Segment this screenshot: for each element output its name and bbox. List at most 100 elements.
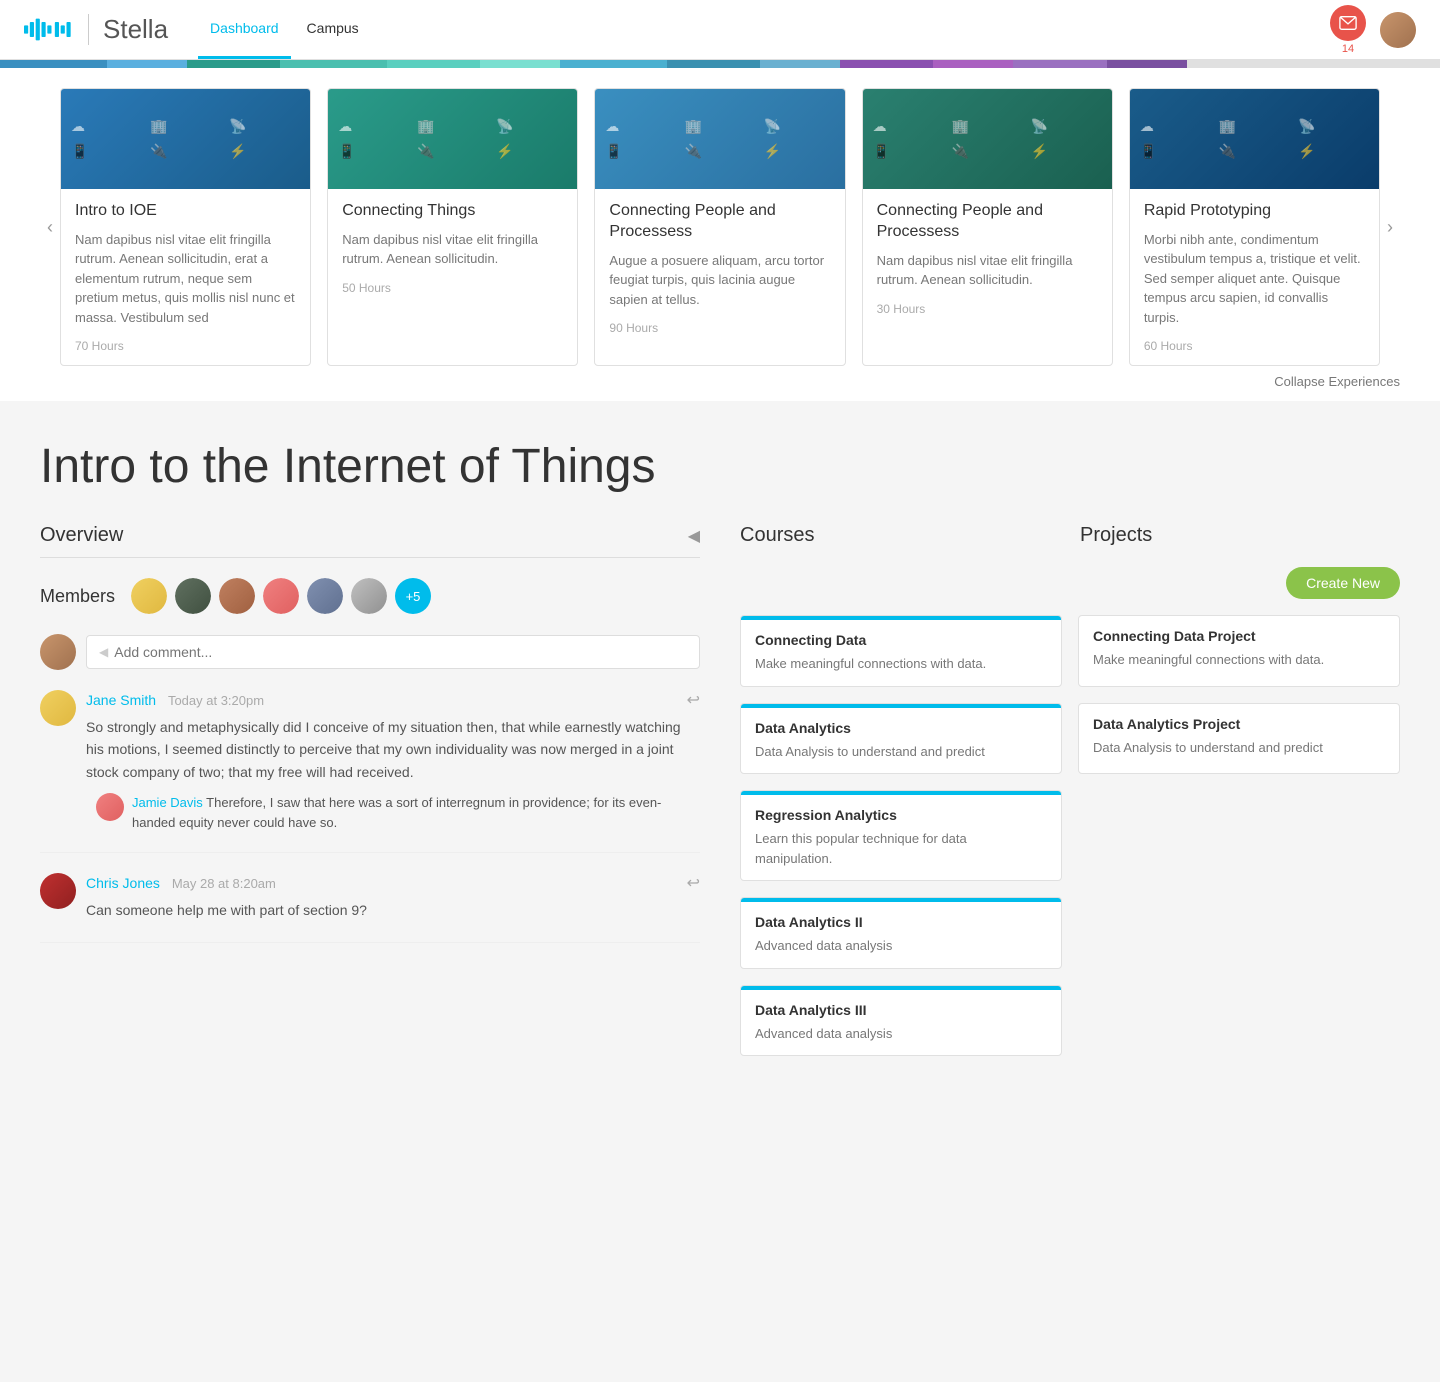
course-card-title-0: Connecting Data <box>755 632 1047 648</box>
project-card-title-0: Connecting Data Project <box>1093 628 1385 644</box>
comment-body-1: Chris Jones May 28 at 8:20am ↩ Can someo… <box>86 873 700 921</box>
card-title: Connecting People and Processess <box>877 201 1098 243</box>
member-avatar-2[interactable] <box>175 578 211 614</box>
comment-header-0: Jane Smith Today at 3:20pm ↩ <box>86 690 700 710</box>
card-icon: 📡 <box>229 118 300 135</box>
member-avatar-3[interactable] <box>219 578 255 614</box>
card-icon: 🏢 <box>150 118 221 135</box>
experience-card-2[interactable]: ☁🏢📡📱🔌⚡ Connecting People and Processess … <box>594 88 845 366</box>
collapse-experiences-button[interactable]: Collapse Experiences <box>40 366 1400 401</box>
member-avatar-6[interactable] <box>351 578 387 614</box>
app-name: Stella <box>88 14 168 45</box>
comment-text-1: Can someone help me with part of section… <box>86 899 700 921</box>
card-hours: 70 Hours <box>75 339 296 353</box>
create-new-button[interactable]: Create New <box>1286 567 1400 599</box>
card-icon: ☁ <box>1140 118 1211 135</box>
comment-avatar-0 <box>40 690 76 726</box>
comment-input-wrapper[interactable]: ◀ <box>86 635 700 669</box>
card-icon: 🔌 <box>952 143 1023 160</box>
experiences-section: ‹ ☁ 🏢 📡 📱 🔌 ⚡ Intro to IOE Nam dapibus nisl v… <box>0 68 1440 401</box>
card-body: Connecting Things Nam dapibus nisl vitae… <box>328 189 577 307</box>
course-card-desc-2: Learn this popular technique for data ma… <box>755 829 1047 868</box>
card-icon: 📱 <box>873 143 944 160</box>
member-avatar-4[interactable] <box>263 578 299 614</box>
comment-input-row: ◀ <box>40 634 700 670</box>
members-label: Members <box>40 586 115 607</box>
card-icon: 📱 <box>338 143 409 160</box>
carousel-items: ☁ 🏢 📡 📱 🔌 ⚡ Intro to IOE Nam dapibus nisl vit… <box>60 88 1380 366</box>
comment-time-1: May 28 at 8:20am <box>172 876 276 891</box>
course-card-3[interactable]: Data Analytics II Advanced data analysis <box>740 897 1062 969</box>
card-icon: 🏢 <box>417 118 488 135</box>
comment-reply: Jamie Davis Therefore, I saw that here w… <box>86 793 700 832</box>
carousel-next-arrow[interactable]: › <box>1380 217 1400 238</box>
course-card-desc-0: Make meaningful connections with data. <box>755 654 1047 674</box>
main-content: Intro to the Internet of Things Overview… <box>0 401 1440 1096</box>
experience-card-1[interactable]: ☁ 🏢 📡 📱 🔌 ⚡ Connecting Things Nam dapibus nis… <box>327 88 578 366</box>
card-icon: 🔌 <box>417 143 488 160</box>
card-icon: 📱 <box>71 143 142 160</box>
course-card-desc-1: Data Analysis to understand and predict <box>755 742 1047 762</box>
reply-author: Jamie Davis <box>132 795 203 810</box>
experience-card-0[interactable]: ☁🏢📡📱🔌⚡ Intro to IOE Nam dapibus nisl vit… <box>60 88 311 366</box>
card-icon: 📡 <box>496 118 567 135</box>
course-card-desc-3: Advanced data analysis <box>755 936 1047 956</box>
members-row: Members +5 <box>40 578 700 614</box>
card-icon: ⚡ <box>1298 143 1369 160</box>
card-icon: ☁ <box>71 118 142 135</box>
mail-icon <box>1339 14 1357 32</box>
user-avatar[interactable] <box>1380 12 1416 48</box>
card-hours: 50 Hours <box>342 281 563 295</box>
course-card-4[interactable]: Data Analytics III Advanced data analysi… <box>740 985 1062 1057</box>
current-user-avatar <box>40 634 76 670</box>
member-avatar-5[interactable] <box>307 578 343 614</box>
card-icon: ⚡ <box>229 143 300 160</box>
card-title: Intro to IOE <box>75 201 296 222</box>
card-desc: Nam dapibus nisl vitae elit fringilla ru… <box>75 230 296 328</box>
comment-item-1: Chris Jones May 28 at 8:20am ↩ Can someo… <box>40 873 700 942</box>
project-card-desc-0: Make meaningful connections with data. <box>1093 650 1385 670</box>
card-icon: 📡 <box>1298 118 1369 135</box>
card-image: ☁🏢📡📱🔌⚡ <box>863 89 1112 189</box>
nav-link-dashboard[interactable]: Dashboard <box>198 0 291 59</box>
header-right: 14 <box>1330 5 1416 55</box>
card-icon: ⚡ <box>1031 143 1102 160</box>
comments-list: Jane Smith Today at 3:20pm ↩ So strongly… <box>40 690 700 943</box>
project-card-0[interactable]: Connecting Data Project Make meaningful … <box>1078 615 1400 687</box>
card-icon: 🏢 <box>952 118 1023 135</box>
nav-link-campus[interactable]: Campus <box>295 0 371 59</box>
project-card-1[interactable]: Data Analytics Project Data Analysis to … <box>1078 703 1400 775</box>
experience-card-4[interactable]: ☁🏢📡📱🔌⚡ Rapid Prototyping Morbi nibh ante… <box>1129 88 1380 366</box>
logo-area: Stella <box>24 14 168 45</box>
header: Stella Dashboard Campus 14 <box>0 0 1440 60</box>
card-icon: ☁ <box>338 118 409 135</box>
members-plus-badge[interactable]: +5 <box>395 578 431 614</box>
card-image: ☁ 🏢 📡 📱 🔌 ⚡ <box>328 89 577 189</box>
experience-card-3[interactable]: ☁🏢📡📱🔌⚡ Connecting People and Processess … <box>862 88 1113 366</box>
card-icon: ⚡ <box>496 143 567 160</box>
card-icon: ☁ <box>605 118 676 135</box>
card-hours: 90 Hours <box>609 321 830 335</box>
carousel-prev-arrow[interactable]: ‹ <box>40 217 60 238</box>
cisco-logo-icon <box>24 17 74 42</box>
right-column: Courses Projects Create New Connecting D… <box>740 524 1400 1056</box>
course-card-2[interactable]: Regression Analytics Learn this popular … <box>740 790 1062 881</box>
main-nav: Dashboard Campus <box>198 0 371 59</box>
card-icon: 📡 <box>764 118 835 135</box>
courses-projects-grid: Connecting Data Make meaningful connecti… <box>740 615 1400 1056</box>
course-card-1[interactable]: Data Analytics Data Analysis to understa… <box>740 703 1062 775</box>
courses-projects-header: Courses Projects Create New <box>740 524 1400 599</box>
courses-header: Courses <box>740 524 1060 547</box>
progress-bar <box>0 60 1440 68</box>
course-card-0[interactable]: Connecting Data Make meaningful connecti… <box>740 615 1062 687</box>
course-card-body: Data Analytics II Advanced data analysis <box>741 902 1061 968</box>
card-body: Connecting People and Processess Augue a… <box>595 189 844 347</box>
notification-bell[interactable] <box>1330 5 1366 41</box>
comment-input[interactable] <box>114 644 687 660</box>
notification-count: 14 <box>1342 43 1354 55</box>
card-image: ☁🏢📡📱🔌⚡ <box>61 89 310 189</box>
back-arrow-icon[interactable]: ◀ <box>688 526 700 546</box>
comment-reply-button-1[interactable]: ↩ <box>687 873 700 893</box>
comment-reply-button-0[interactable]: ↩ <box>687 690 700 710</box>
member-avatar-1[interactable] <box>131 578 167 614</box>
